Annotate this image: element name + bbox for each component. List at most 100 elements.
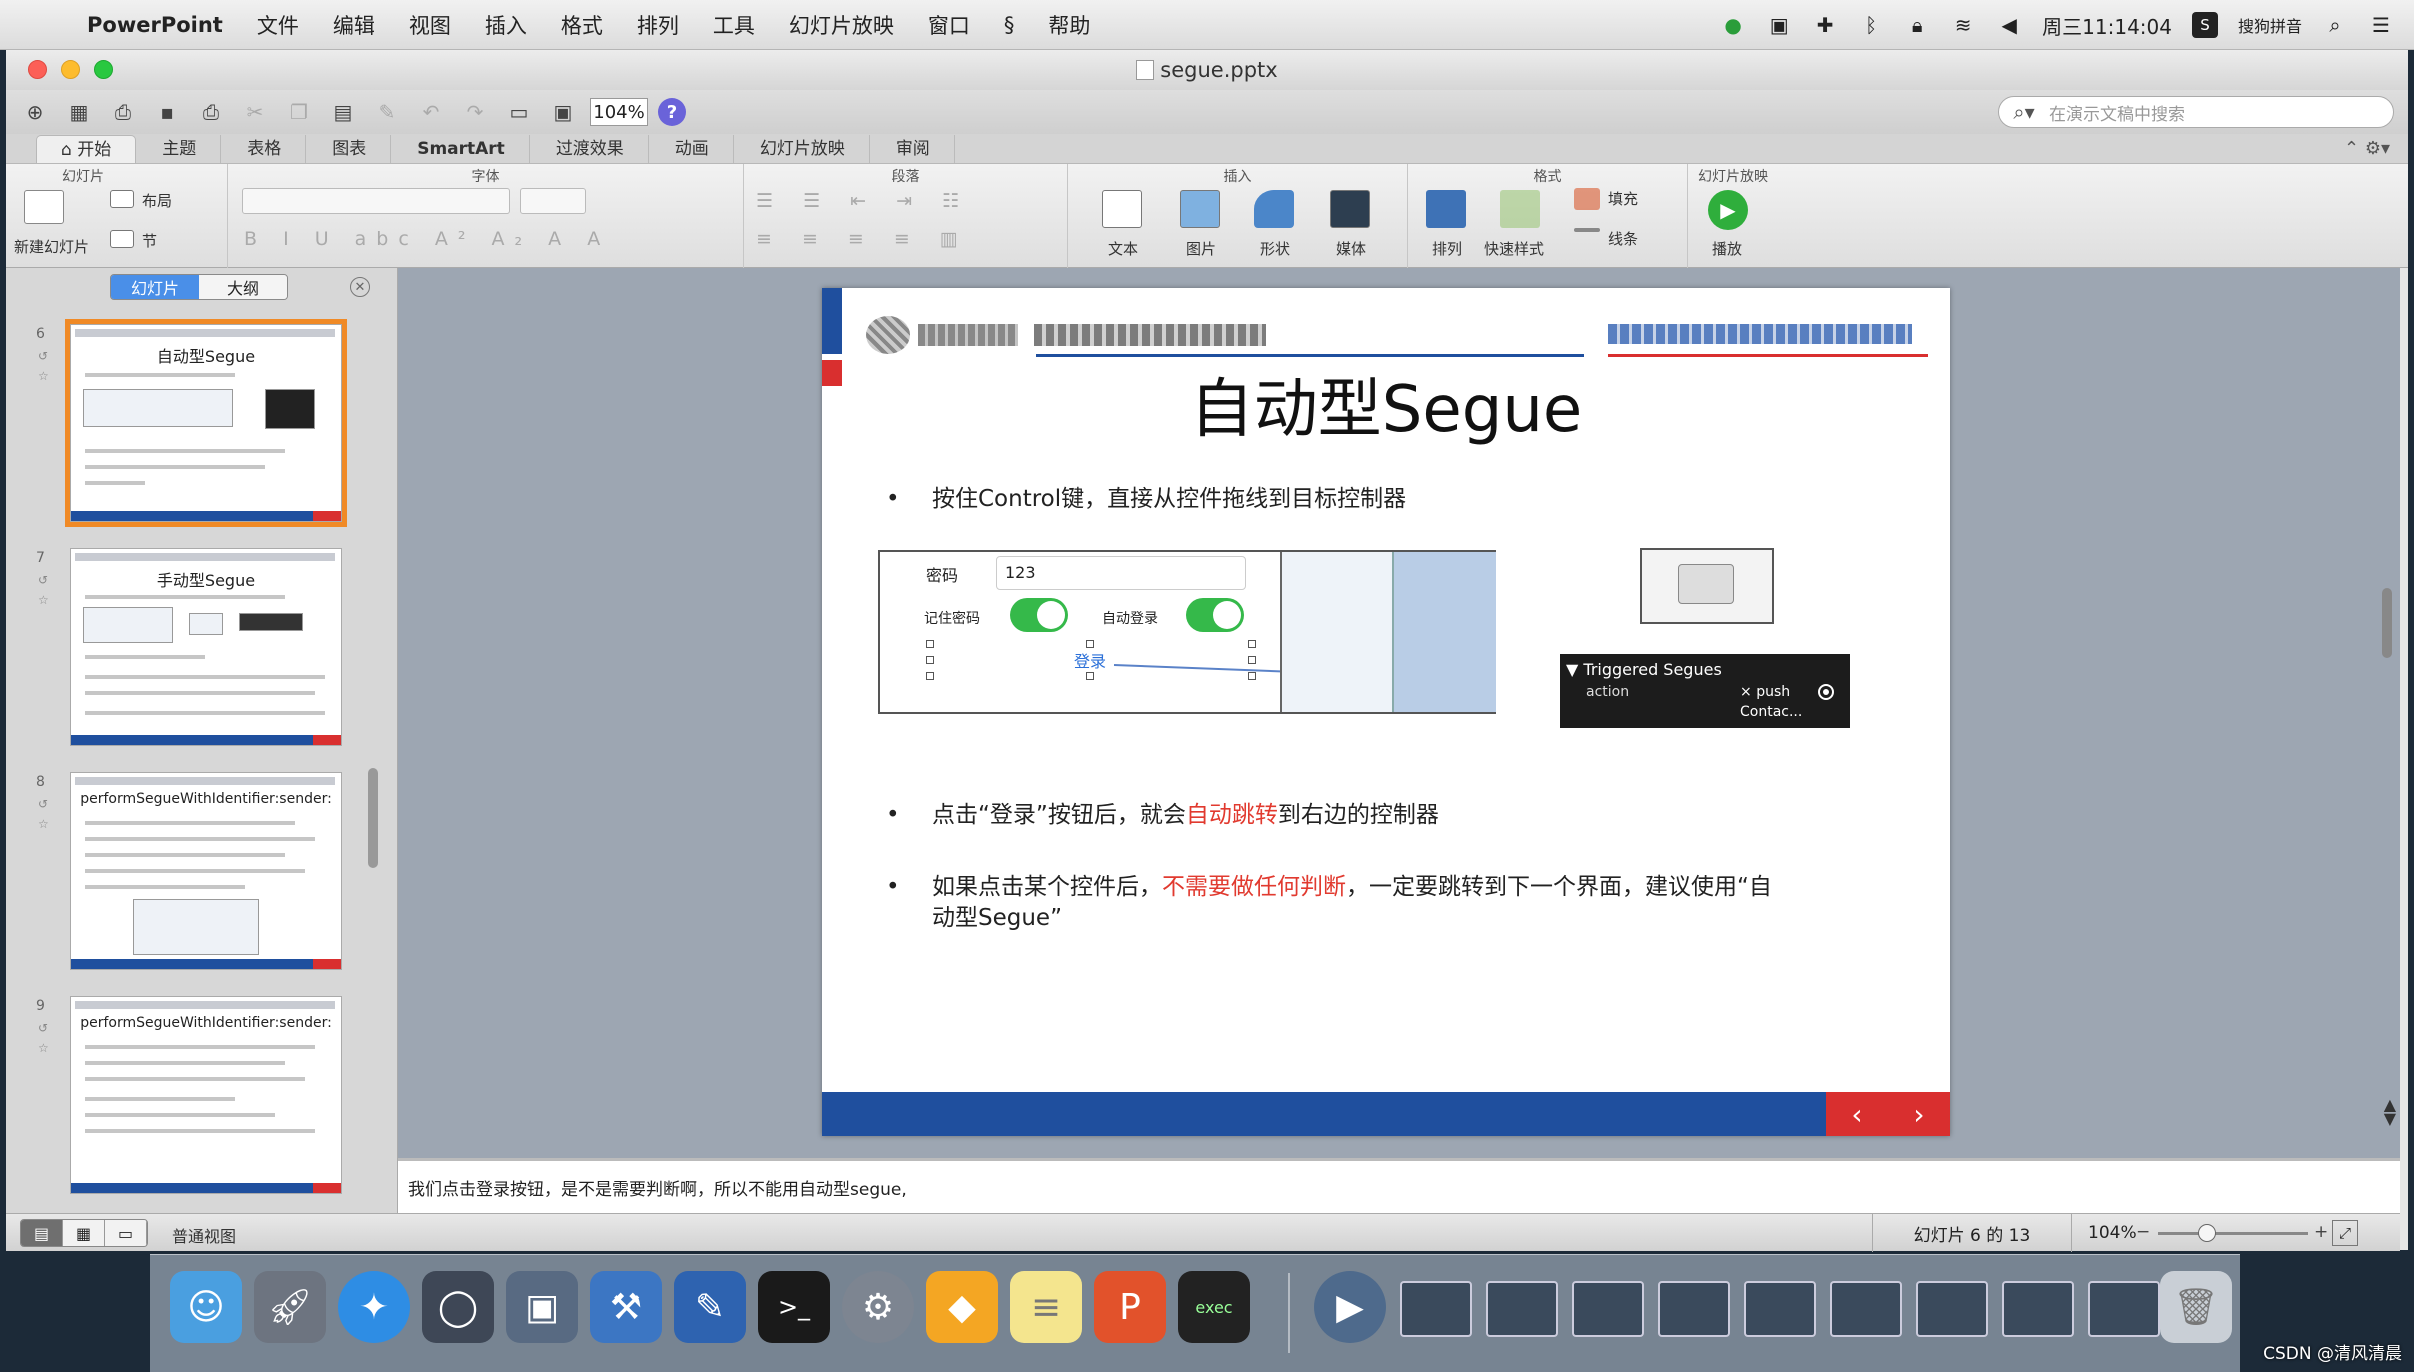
shape-button[interactable]: 形状 <box>1260 238 1290 259</box>
print-icon[interactable]: ⎙ <box>194 96 228 128</box>
powerpoint-icon[interactable]: P <box>1094 1271 1166 1343</box>
notification-list-icon[interactable]: ☰ <box>2368 12 2394 38</box>
minimized-window-icon[interactable] <box>1916 1281 1988 1337</box>
bluetooth-icon[interactable]: ᛒ <box>1858 12 1884 38</box>
line-button[interactable]: 线条 <box>1608 228 1638 249</box>
safari-icon[interactable]: ✦ <box>338 1271 410 1343</box>
photo-slideshow-icon[interactable]: ▣ <box>506 1271 578 1343</box>
slide-thumbnail[interactable]: performSegueWithIdentifier:sender: <box>70 996 342 1194</box>
instruments-icon[interactable]: ✎ <box>674 1271 746 1343</box>
template-gallery-icon[interactable]: ▦ <box>62 96 96 128</box>
minimized-window-icon[interactable] <box>2002 1281 2074 1337</box>
menu-tools[interactable]: 工具 <box>696 10 772 40</box>
menu-arrange[interactable]: 排列 <box>620 10 696 40</box>
zoom-select[interactable]: 104% <box>590 98 648 126</box>
text-button[interactable]: 文本 <box>1108 238 1138 259</box>
tab-charts[interactable]: 图表 <box>308 135 392 163</box>
close-pane-icon[interactable]: ✕ <box>350 277 370 297</box>
tab-review[interactable]: 审阅 <box>872 135 955 163</box>
font-format-icons[interactable]: B I U abc A² A₂ A A <box>244 228 610 250</box>
format-painter-icon[interactable]: ✎ <box>370 96 404 128</box>
save-icon[interactable]: ▪ <box>150 96 184 128</box>
slide-sorter-view-icon[interactable]: ▦ <box>63 1220 105 1246</box>
section-button[interactable]: 节 <box>142 230 157 251</box>
tab-animations[interactable]: 动画 <box>651 135 734 163</box>
sogou-icon[interactable]: S <box>2191 12 2218 38</box>
plus-icon[interactable]: ✚ <box>1812 12 1838 38</box>
slide-sorter-icon[interactable]: ▭ <box>502 96 536 128</box>
help-icon[interactable]: ? <box>658 98 686 126</box>
play-button[interactable]: 播放 <box>1712 238 1742 259</box>
chevron-left-icon[interactable]: ‹ <box>1851 1098 1862 1131</box>
system-preferences-icon[interactable]: ⚙ <box>842 1271 914 1343</box>
redo-icon[interactable]: ↷ <box>458 96 492 128</box>
quick-styles-icon[interactable] <box>1500 190 1540 228</box>
minimized-window-icon[interactable] <box>1486 1281 1558 1337</box>
text-box-icon[interactable] <box>1102 190 1142 228</box>
xcode-icon[interactable]: ⚒ <box>590 1271 662 1343</box>
menu-edit[interactable]: 编辑 <box>316 10 392 40</box>
section-icon[interactable] <box>110 230 134 248</box>
editor-scrollbar[interactable] <box>2382 588 2392 658</box>
copy-icon[interactable]: ❐ <box>282 96 316 128</box>
zoom-out-icon[interactable]: − <box>2136 1222 2150 1242</box>
zoom-slider[interactable] <box>2158 1224 2308 1242</box>
slide-thumbnail[interactable]: 自动型Segue <box>65 319 347 527</box>
undo-icon[interactable]: ↶ <box>414 96 448 128</box>
launchpad-icon[interactable]: 🚀︎ <box>254 1271 326 1343</box>
minimized-window-icon[interactable] <box>1400 1281 1472 1337</box>
list-format-icons[interactable]: ☰ ☰ ⇤ ⇥ ☷ <box>756 190 971 212</box>
tab-slideshow[interactable]: 幻灯片放映 <box>736 135 870 163</box>
ribbon-collapse-icon[interactable]: ⌃ ⚙▾ <box>2344 138 2390 159</box>
arrange-icon[interactable] <box>1426 190 1466 228</box>
normal-view-icon[interactable]: ▤ <box>21 1220 63 1246</box>
fill-button[interactable]: 填充 <box>1608 188 1638 209</box>
minimized-window-icon[interactable] <box>1658 1281 1730 1337</box>
menu-help[interactable]: 帮助 <box>1031 10 1107 40</box>
trash-icon[interactable]: 🗑︎ <box>2160 1271 2232 1343</box>
shape-icon[interactable] <box>1254 190 1294 228</box>
layout-button[interactable]: 布局 <box>142 190 172 211</box>
menu-insert[interactable]: 插入 <box>468 10 544 40</box>
menu-file[interactable]: 文件 <box>240 10 316 40</box>
tab-slides[interactable]: 幻灯片 <box>111 275 199 299</box>
spotlight-search-icon[interactable]: ⌕ <box>2322 12 2348 38</box>
arrange-button[interactable]: 排列 <box>1432 238 1462 259</box>
slide-thumbnail[interactable]: 手动型Segue <box>70 548 342 746</box>
tab-themes[interactable]: 主题 <box>138 135 222 163</box>
picture-button[interactable]: 图片 <box>1186 238 1216 259</box>
fill-icon[interactable] <box>1574 188 1600 210</box>
minimized-window-icon[interactable] <box>1830 1281 1902 1337</box>
menu-format[interactable]: 格式 <box>544 10 620 40</box>
media-icon[interactable] <box>1330 190 1370 228</box>
menu-app-name[interactable]: PowerPoint <box>70 13 240 37</box>
layout-icon[interactable] <box>110 190 134 208</box>
tab-transitions[interactable]: 过渡效果 <box>532 135 649 163</box>
script-menu-icon[interactable]: § <box>987 13 1032 37</box>
volume-icon[interactable]: ◀ <box>1996 12 2022 38</box>
menu-view[interactable]: 视图 <box>392 10 468 40</box>
wifi-icon[interactable]: ≋ <box>1950 12 1976 38</box>
zoom-slider-knob[interactable] <box>2198 1224 2216 1242</box>
current-slide[interactable]: 自动型Segue • 按住Control键，直接从控件拖线到目标控制器 密码 1… <box>822 288 1950 1136</box>
screen-record-icon[interactable]: ▣ <box>1766 12 1792 38</box>
media-browser-icon[interactable]: ▣ <box>546 96 580 128</box>
speaker-notes[interactable]: 我们点击登录按钮，是不是需要判断啊，所以不能用自动型segue, <box>398 1158 2400 1213</box>
quicktime-icon[interactable]: ▶ <box>1314 1271 1386 1343</box>
font-name-select[interactable] <box>242 188 510 214</box>
new-slide-button[interactable]: 新建幻灯片 <box>14 236 89 257</box>
lock-icon[interactable]: 🔒︎ <box>1904 12 1930 38</box>
tab-tables[interactable]: 表格 <box>223 135 307 163</box>
tab-smartart[interactable]: SmartArt <box>393 135 530 163</box>
open-icon[interactable]: ⎙ <box>106 96 140 128</box>
tab-outline[interactable]: 大纲 <box>199 275 287 299</box>
input-method-label[interactable]: 搜狗拼音 <box>2238 13 2302 37</box>
picture-icon[interactable] <box>1180 190 1220 228</box>
line-icon[interactable] <box>1574 228 1600 232</box>
notes-icon[interactable]: ≡ <box>1010 1271 1082 1343</box>
new-presentation-icon[interactable]: ⊕ <box>18 96 52 128</box>
minimized-window-icon[interactable] <box>1744 1281 1816 1337</box>
chevron-right-icon[interactable]: › <box>1913 1098 1924 1131</box>
tab-home[interactable]: ⌂ 开始 <box>36 135 137 163</box>
media-button[interactable]: 媒体 <box>1336 238 1366 259</box>
